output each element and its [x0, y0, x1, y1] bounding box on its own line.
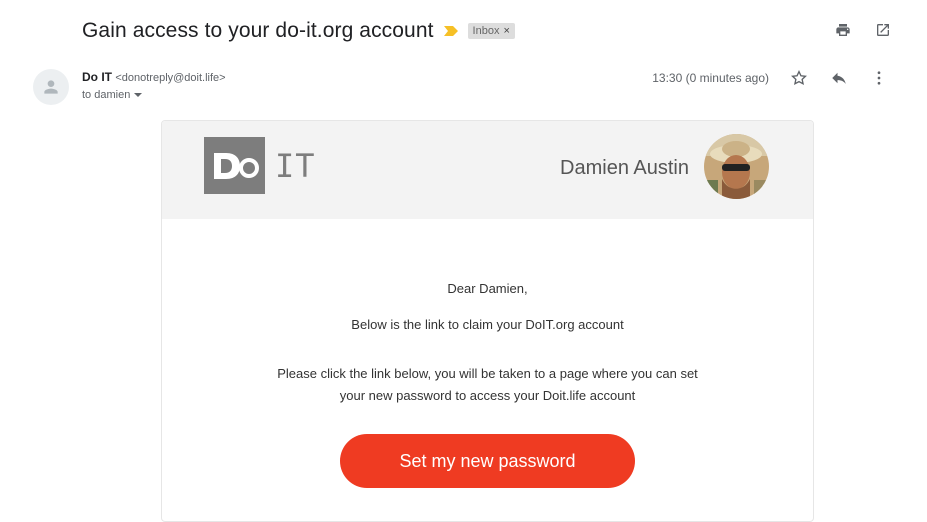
subject-row: Gain access to your do-it.org account In… [82, 16, 515, 46]
logo-text: IT [275, 146, 316, 185]
timestamp: 13:30 (0 minutes ago) [652, 71, 769, 85]
sender-name[interactable]: Do IT [82, 70, 112, 84]
print-icon[interactable] [833, 20, 853, 40]
inbox-label-chip[interactable]: Inbox × [467, 23, 515, 39]
message-meta: 13:30 (0 minutes ago) [652, 68, 889, 88]
top-actions [833, 20, 893, 40]
open-in-new-icon[interactable] [873, 20, 893, 40]
to-line: to damien [82, 89, 131, 101]
instruction-line-1: Please click the link below, you will be… [277, 366, 698, 381]
user-photo [704, 134, 769, 199]
instruction-paragraph: Please click the link below, you will be… [162, 363, 813, 407]
inbox-label-text: Inbox [472, 25, 500, 37]
doit-logo: IT [204, 137, 316, 194]
person-icon [44, 80, 58, 94]
sender-avatar[interactable] [33, 69, 69, 105]
reply-icon[interactable] [829, 68, 849, 88]
star-icon[interactable] [789, 68, 809, 88]
importance-marker-icon[interactable] [443, 26, 458, 36]
recipient-details-toggle[interactable]: to damien [82, 89, 226, 101]
email-body-card: IT Damien Austin Dear Damien, Below is t… [161, 120, 814, 522]
card-header: IT Damien Austin [162, 121, 813, 219]
caret-down-icon [134, 93, 143, 97]
remove-label-icon[interactable]: × [503, 25, 509, 37]
instruction-line-2: your new password to access your Doit.li… [339, 388, 636, 403]
greeting: Dear Damien, [447, 281, 528, 296]
more-vert-icon[interactable] [869, 68, 889, 88]
doit-logo-mark [204, 137, 265, 194]
claim-line: Below is the link to claim your DoIT.org… [351, 317, 624, 332]
email-subject: Gain access to your do-it.org account [82, 19, 434, 42]
set-password-button[interactable]: Set my new password [340, 434, 635, 488]
sender-block: Do IT <donotreply@doit.life> to damien [82, 70, 226, 101]
user-name: Damien Austin [560, 157, 689, 179]
sender-email: <donotreply@doit.life> [115, 72, 226, 84]
